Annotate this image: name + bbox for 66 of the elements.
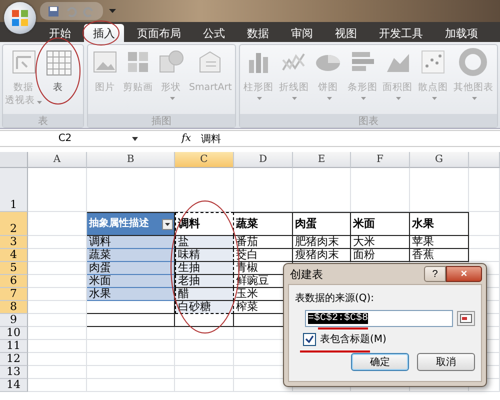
table-cell: 米面 (351, 212, 410, 236)
table-cell: 生抽 (175, 262, 234, 275)
ribbon-tab[interactable]: 加载项 (436, 24, 487, 42)
formula-field[interactable]: 调料 (195, 132, 221, 146)
row-header[interactable]: 11 (0, 340, 28, 353)
ribbon-tab[interactable]: 视图 (326, 24, 366, 42)
table-cell: 大米 (351, 236, 410, 249)
ribbon-tab[interactable]: 插入 (84, 24, 124, 42)
ribbon-tab[interactable]: 审阅 (282, 24, 322, 42)
row-header[interactable]: 8 (0, 301, 28, 314)
table-cell: 苹果 (410, 236, 469, 249)
group-label: 表 (3, 114, 83, 127)
table-header-text: 抽象属性描述 (89, 218, 149, 230)
ribbon-tab[interactable]: 页面布局 (128, 24, 190, 42)
table-cell: 面粉 (351, 249, 410, 262)
row-header[interactable]: 5 (0, 262, 28, 275)
column-header[interactable]: F (351, 152, 410, 168)
table-cell: 米面 (87, 275, 175, 288)
column-header[interactable]: E (293, 152, 351, 168)
checkbox-label[interactable]: 表包含标题(M) (320, 332, 386, 346)
table-cell: 水果 (410, 212, 469, 236)
row-header[interactable]: 13 (0, 366, 28, 379)
row-header[interactable]: 2 (0, 212, 28, 236)
table-cell: 水果 (87, 288, 175, 301)
table-cell: 调料 (87, 236, 175, 249)
row-header[interactable]: 14 (0, 379, 28, 392)
ribbon-tab[interactable]: 开发工具 (370, 24, 432, 42)
row-header[interactable]: 3 (0, 236, 28, 249)
group-label: 图表 (240, 114, 497, 127)
column-header[interactable]: B (87, 152, 175, 168)
table-cell: 蔬菜 (234, 212, 293, 236)
row-header[interactable]: 9 (0, 314, 28, 327)
dialog-button[interactable]: 确定 (351, 353, 409, 371)
ribbon-tab[interactable]: 开始 (40, 24, 80, 42)
group-label: 插图 (88, 114, 235, 127)
table-cell: 瘦猪肉末 (293, 249, 351, 262)
table-cell: 肉蛋 (87, 262, 175, 275)
source-field[interactable]: =$C$2:$C$8 (305, 310, 453, 327)
row-header[interactable]: 6 (0, 275, 28, 288)
column-header[interactable]: G (410, 152, 469, 168)
row-header[interactable]: 4 (0, 249, 28, 262)
table-cell: 肥猪肉末 (293, 236, 351, 249)
table-cell: 盐 (175, 236, 234, 249)
table-cell: 老抽 (175, 275, 234, 288)
row-header[interactable]: 12 (0, 353, 28, 366)
table-cell: 蔬菜 (87, 249, 175, 262)
column-header[interactable]: A (28, 152, 87, 168)
name-box[interactable]: C2 (0, 133, 130, 144)
ribbon-tab[interactable]: 数据 (238, 24, 278, 42)
ribbon-tab[interactable]: 公式 (194, 24, 234, 42)
column-header[interactable]: D (234, 152, 293, 168)
row-header[interactable]: 1 (0, 168, 28, 212)
help-button[interactable]: ? (424, 266, 446, 282)
row-header[interactable]: 7 (0, 288, 28, 301)
table-cell: 番茄 (234, 236, 293, 249)
row-header[interactable]: 10 (0, 327, 28, 340)
dialog-button[interactable]: 取消 (417, 353, 475, 371)
dialog-title: 创建表 (290, 266, 323, 282)
insert-function-button[interactable]: fx (140, 132, 195, 145)
table-cell: 味精 (175, 249, 234, 262)
source-label: 表数据的来源(Q): (295, 292, 376, 305)
column-header[interactable]: C (175, 152, 234, 168)
table-cell: 白砂糖 (175, 301, 234, 314)
table-cell: 香蕉 (410, 249, 469, 262)
table-cell: 肉蛋 (293, 212, 351, 236)
table-cell: 醋 (175, 288, 234, 301)
